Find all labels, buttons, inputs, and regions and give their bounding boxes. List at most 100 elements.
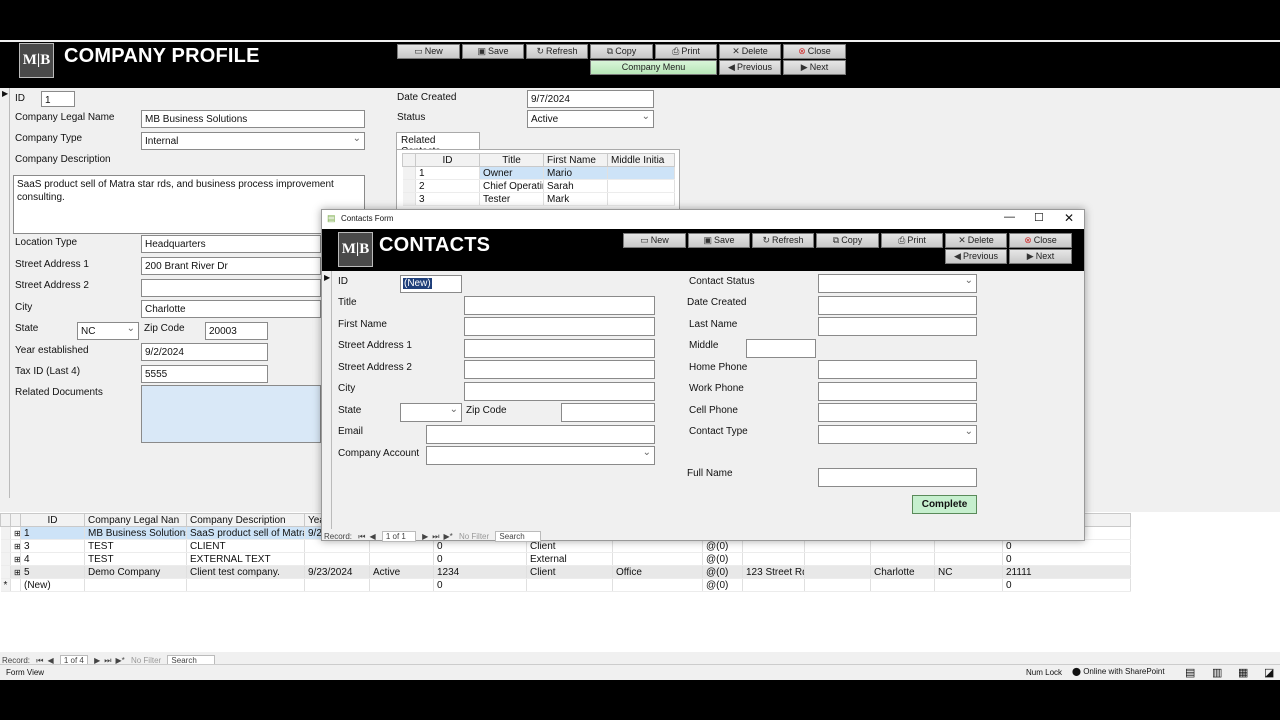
complete-button[interactable]: Complete — [912, 495, 977, 514]
home-phone-field[interactable] — [818, 360, 977, 379]
column-header[interactable]: Middle Initia — [607, 153, 675, 167]
company-description-field[interactable]: SaaS product sell of Matra star rds, and… — [13, 175, 365, 234]
related-documents-field[interactable] — [141, 385, 321, 443]
legal-name-field[interactable]: MB Business Solutions — [141, 110, 365, 128]
contact-zip-field[interactable] — [561, 403, 655, 422]
no-filter[interactable]: No Filter — [459, 532, 489, 541]
first-name-field[interactable] — [464, 317, 655, 336]
row-selector[interactable]: * — [0, 578, 11, 592]
expand-icon[interactable]: ⊞ — [10, 565, 21, 579]
expand-icon[interactable]: ⊞ — [10, 539, 21, 553]
column-header[interactable]: ID — [415, 153, 480, 167]
table-row[interactable]: ⊞ 5 Demo Company Client test company. 9/23/2… — [0, 565, 1131, 579]
contact-date-label: Date Created — [687, 297, 747, 308]
zip-code-field[interactable]: 20003 — [205, 322, 268, 340]
column-header[interactable]: ID — [20, 513, 85, 527]
table-row[interactable]: 1 Owner Mario — [402, 166, 675, 180]
row-selector[interactable] — [0, 552, 11, 566]
contacts-record-selector[interactable] — [322, 271, 332, 529]
email-field[interactable] — [426, 425, 655, 444]
contact-id-field[interactable]: (New) — [400, 275, 462, 293]
location-type-field[interactable]: Headquarters — [141, 235, 321, 253]
middle-field[interactable] — [746, 339, 816, 358]
year-established-field[interactable]: 9/2/2024 — [141, 343, 268, 361]
previous-button[interactable]: ◀ Previous — [719, 60, 781, 75]
company-type-select[interactable]: Internal — [141, 132, 365, 150]
contacts-new-button[interactable]: ▭ New — [623, 233, 686, 248]
contact-street-1-field[interactable] — [464, 339, 655, 358]
first-record-icon[interactable]: ⏮ — [358, 532, 365, 541]
minimize-icon[interactable]: — — [1004, 211, 1015, 223]
row-selector[interactable] — [0, 565, 11, 579]
contact-state-select[interactable] — [400, 403, 462, 422]
window-close-icon[interactable]: ✕ — [1064, 211, 1074, 225]
full-name-field[interactable] — [818, 468, 977, 487]
company-menu-button[interactable]: Company Menu — [590, 60, 717, 75]
copy-button[interactable]: ⧉ Copy — [590, 44, 653, 59]
column-header[interactable]: Company Description — [186, 513, 305, 527]
refresh-button[interactable]: ↻ Refresh — [526, 44, 588, 59]
expand-icon[interactable]: ⊞ — [10, 526, 21, 540]
contacts-delete-button[interactable]: ✕ Delete — [945, 233, 1007, 248]
new-record-icon[interactable]: ▶* — [443, 532, 452, 541]
print-icon: ⎙ — [898, 235, 906, 245]
street-address-2-field[interactable] — [141, 279, 321, 297]
maximize-icon[interactable]: ☐ — [1034, 211, 1044, 224]
contact-title-field[interactable] — [464, 296, 655, 315]
contacts-close-button[interactable]: ⊗ Close — [1009, 233, 1072, 248]
row-selector[interactable] — [0, 539, 11, 553]
street-address-1-field[interactable]: 200 Brant River Dr — [141, 257, 321, 275]
last-record-icon[interactable]: ⏭ — [432, 532, 439, 541]
print-button[interactable]: ⎙ Print — [655, 44, 717, 59]
table-row[interactable]: 2 Chief Operatir Sarah — [402, 179, 675, 193]
row-selector[interactable] — [0, 526, 11, 540]
table-row[interactable]: * (New) 0 @(0) 0 — [0, 578, 1131, 592]
search-input[interactable]: Search — [495, 531, 542, 542]
column-header[interactable]: Company Legal Nan — [84, 513, 187, 527]
record-position[interactable]: 1 of 1 — [381, 531, 416, 542]
form-view-icon[interactable]: ▤ — [1185, 666, 1195, 679]
layout-view-icon[interactable]: ▦ — [1238, 666, 1248, 679]
contacts-print-button[interactable]: ⎙ Print — [881, 233, 943, 248]
delete-button[interactable]: ✕ Delete — [719, 44, 781, 59]
status-select[interactable]: Active — [527, 110, 654, 128]
contact-city-field[interactable] — [464, 382, 655, 401]
last-name-field[interactable] — [818, 317, 977, 336]
company-account-select[interactable] — [426, 446, 655, 465]
close-button[interactable]: ⊗ Close — [783, 44, 846, 59]
state-select[interactable]: NC — [77, 322, 139, 340]
id-field[interactable]: 1 — [41, 91, 75, 107]
expand-icon[interactable]: ⊞ — [10, 552, 21, 566]
city-field[interactable]: Charlotte — [141, 300, 321, 318]
view-status: Form View — [6, 668, 45, 677]
design-view-icon[interactable]: ◪ — [1264, 666, 1274, 679]
contacts-copy-button[interactable]: ⧉ Copy — [816, 233, 879, 248]
next-button[interactable]: ▶ Next — [783, 60, 846, 75]
work-phone-field[interactable] — [818, 382, 977, 401]
save-button[interactable]: ▣ Save — [462, 44, 524, 59]
table-row[interactable]: ⊞ 3 TEST CLIENT 0 Client @(0) 0 — [0, 539, 1131, 553]
contact-type-select[interactable] — [818, 425, 977, 444]
contact-status-select[interactable] — [818, 274, 977, 293]
prev-record-icon[interactable]: ◀ — [369, 532, 375, 541]
column-header[interactable]: First Name — [543, 153, 608, 167]
column-header[interactable]: Title — [479, 153, 544, 167]
next-record-icon[interactable]: ▶ — [422, 532, 428, 541]
contacts-refresh-button[interactable]: ↻ Refresh — [752, 233, 814, 248]
contacts-next-button[interactable]: ▶ Next — [1009, 249, 1072, 264]
expand-icon[interactable] — [10, 578, 21, 592]
tab-related-contacts[interactable]: Related Contacts — [396, 132, 480, 157]
date-created-field[interactable]: 9/7/2024 — [527, 90, 654, 108]
cell-phone-field[interactable] — [818, 403, 977, 422]
table-row[interactable]: 3 Tester Mark — [402, 192, 675, 206]
contacts-previous-button[interactable]: ◀ Previous — [945, 249, 1007, 264]
tax-id-field[interactable]: 5555 — [141, 365, 268, 383]
contact-street-2-label: Street Address 2 — [338, 362, 412, 373]
new-button[interactable]: ▭ New — [397, 44, 460, 59]
datasheet-view-icon[interactable]: ▥ — [1212, 666, 1222, 679]
table-row[interactable]: ⊞ 4 TEST EXTERNAL TEXT 0 External @(0) 0 — [0, 552, 1131, 566]
contact-date-field[interactable] — [818, 296, 977, 315]
record-selector[interactable] — [0, 88, 10, 498]
contact-street-2-field[interactable] — [464, 360, 655, 379]
contacts-save-button[interactable]: ▣ Save — [688, 233, 750, 248]
